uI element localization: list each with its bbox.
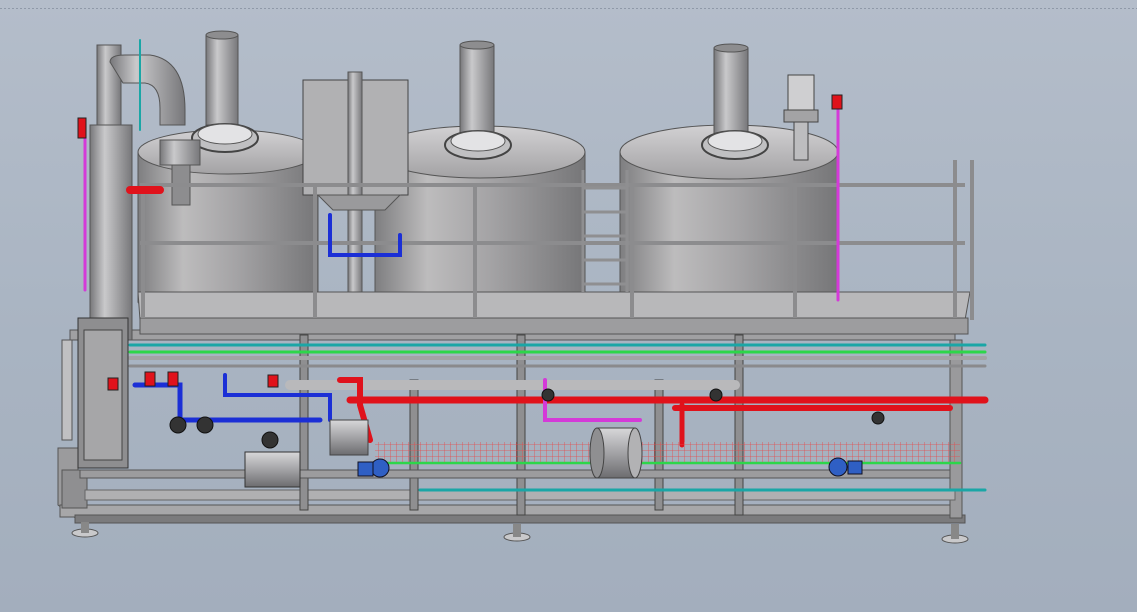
- manway-3[interactable]: [701, 130, 769, 160]
- chimney-2: [459, 40, 495, 136]
- chimney-3: [713, 43, 749, 139]
- heat-exchanger[interactable]: [61, 317, 129, 469]
- horizontal-vessel[interactable]: [589, 427, 643, 479]
- leveling-feet: [71, 522, 969, 544]
- manway-2[interactable]: [444, 130, 512, 160]
- manway-1[interactable]: [191, 123, 259, 153]
- heat-trace-mesh: [375, 442, 960, 462]
- cad-viewport[interactable]: [0, 0, 1137, 612]
- platform-deck: [137, 291, 971, 335]
- separator-vessel: [329, 419, 369, 456]
- process-skid-model: [57, 30, 989, 544]
- chimney-1: [205, 30, 239, 126]
